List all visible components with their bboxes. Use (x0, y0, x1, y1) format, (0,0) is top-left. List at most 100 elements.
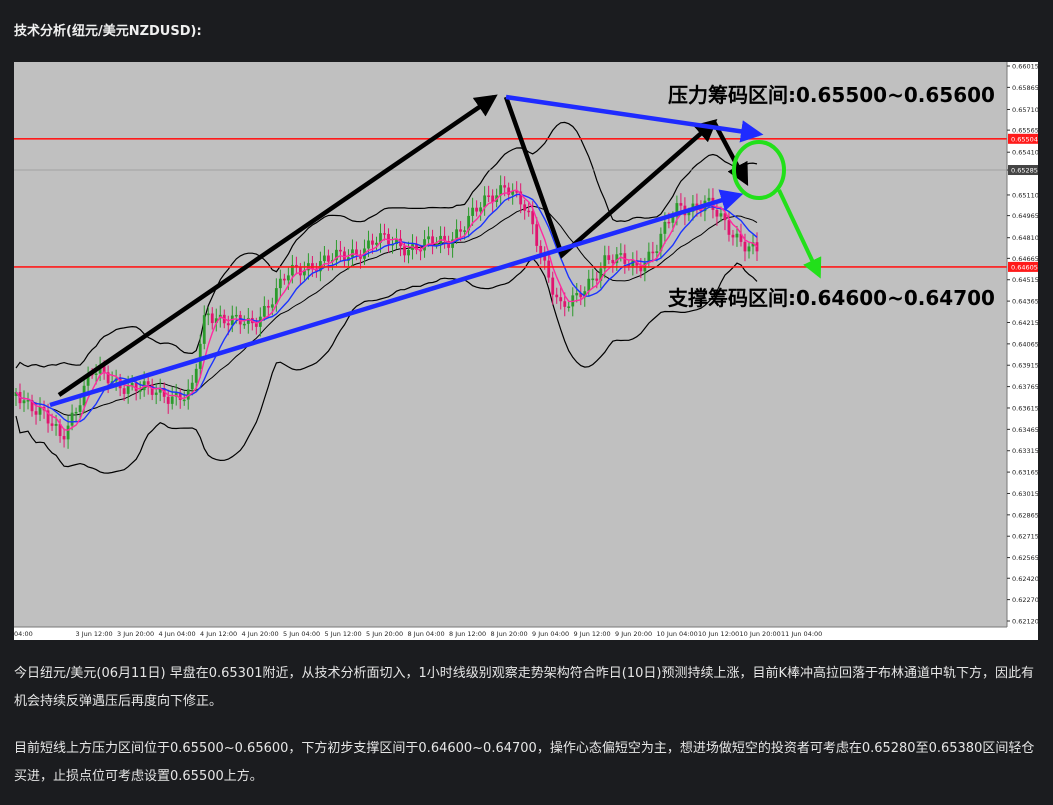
candle-body (310, 263, 314, 269)
candle-body (591, 278, 595, 281)
y-tick-label: 0.65410 (1012, 149, 1038, 157)
candle-body (735, 233, 739, 238)
candle-body (471, 207, 475, 216)
y-tick-label: 0.63315 (1012, 447, 1038, 455)
y-tick-label: 0.62270 (1012, 596, 1038, 604)
y-tick-label: 0.64365 (1012, 298, 1038, 306)
candle-body (286, 275, 290, 281)
candle-body (559, 297, 563, 302)
candle-body (323, 255, 326, 262)
candle-body (166, 396, 170, 404)
candle-body (651, 251, 655, 254)
y-tick-label: 0.63765 (1012, 383, 1038, 391)
candle-body (731, 234, 735, 238)
x-tick-label: 4 Jun 12:00 (200, 630, 237, 638)
x-tick-label: 11 Jun 04:00 (781, 630, 822, 638)
candle-body (190, 382, 194, 390)
price-marker-label: 0.65285 (1011, 167, 1038, 175)
candle-body (575, 293, 579, 296)
y-tick-label: 0.62565 (1012, 554, 1038, 562)
candle-body (138, 390, 142, 392)
candle-body (403, 246, 406, 256)
y-tick-label: 0.64965 (1012, 212, 1038, 220)
candle-body (327, 255, 330, 262)
candle-body (747, 246, 751, 252)
x-tick-label: 3 Jun 20:00 (117, 630, 154, 638)
candle-body (202, 315, 206, 344)
candle-body (487, 195, 491, 197)
y-tick-label: 0.63915 (1012, 362, 1038, 370)
candle-body (407, 249, 410, 256)
y-tick-label: 0.64515 (1012, 276, 1038, 284)
candle-body (611, 259, 615, 264)
candle-body (34, 411, 38, 415)
candle-body (262, 305, 266, 317)
candle-body (459, 229, 463, 232)
x-tick-label: 10 Jun 20:00 (740, 630, 781, 638)
y-tick-label: 0.62420 (1012, 575, 1038, 583)
candle-body (535, 224, 539, 246)
candle-body (607, 255, 611, 260)
candle-body (22, 400, 26, 404)
candle-body (475, 207, 479, 212)
candle-body (587, 278, 591, 292)
candle-body (563, 301, 567, 307)
candle-body (66, 425, 70, 440)
candle-body (503, 185, 507, 188)
candle-body (50, 423, 54, 426)
x-tick-label: 10 Jun 12:00 (698, 630, 739, 638)
x-tick-label: 3 Jun 12:00 (76, 630, 113, 638)
y-tick-label: 0.65865 (1012, 84, 1038, 92)
candle-body (555, 294, 559, 298)
candle-body (154, 392, 158, 395)
x-tick-label: 5 Jun 04:00 (283, 630, 320, 638)
y-tick-label: 0.63615 (1012, 404, 1038, 412)
x-tick-label: 5 Jun 12:00 (325, 630, 362, 638)
candle-body (715, 209, 719, 217)
analysis-paragraph-2: 目前短线上方压力区间位于0.65500~0.65600，下方初步支撑区间于0.6… (14, 741, 1035, 784)
x-tick-label: 4 Jun 20:00 (242, 630, 279, 638)
candle-body (278, 278, 282, 289)
candle-body (266, 305, 270, 308)
candle-body (94, 373, 98, 376)
x-tick-label: 9 Jun 04:00 (532, 630, 569, 638)
candle-body (234, 314, 238, 317)
y-tick-label: 0.64215 (1012, 319, 1038, 327)
candle-body (551, 277, 555, 295)
candle-body (38, 406, 42, 415)
candle-body (479, 207, 483, 212)
y-tick-label: 0.64665 (1012, 255, 1038, 263)
candle-body (427, 236, 430, 240)
analysis-paragraph-1: 今日纽元/美元(06月11日) 早盘在0.65301附近，从技术分析面切入，1小… (14, 666, 1034, 709)
candle-body (527, 210, 531, 213)
x-tick-label: 9 Jun 12:00 (574, 630, 611, 638)
candle-body (122, 388, 126, 394)
y-tick-label: 0.62865 (1012, 511, 1038, 519)
chart-annotation-1: 压力筹码区间:0.65500~0.65600 (668, 83, 995, 107)
y-tick-label: 0.62715 (1012, 533, 1038, 541)
price-marker-label: 0.65504 (1011, 135, 1038, 143)
candle-body (663, 221, 667, 234)
x-tick-label: 8 Jun 04:00 (408, 630, 445, 638)
candle-body (719, 213, 723, 217)
candle-body (375, 242, 378, 245)
chart-annotation-2: 支撑筹码区间:0.64600~0.64700 (668, 286, 995, 310)
y-tick-label: 0.64810 (1012, 234, 1038, 242)
candle-body (619, 253, 623, 255)
candle-body (339, 249, 342, 252)
candle-body (194, 368, 198, 383)
candle-body (126, 385, 130, 394)
x-tick-label: 9 Jun 20:00 (615, 630, 652, 638)
candle-body (655, 251, 659, 253)
candle-body (74, 411, 78, 414)
y-tick-label: 0.63465 (1012, 426, 1038, 434)
x-tick-label: 8 Jun 12:00 (449, 630, 486, 638)
price-marker-label: 0.64605 (1011, 263, 1038, 271)
y-tick-label: 0.65565 (1012, 127, 1038, 135)
candle-body (667, 221, 671, 224)
y-tick-label: 0.63165 (1012, 469, 1038, 477)
candle-body (54, 423, 58, 426)
y-tick-label: 0.66015 (1012, 63, 1038, 71)
candle-body (755, 242, 759, 252)
candle-body (146, 381, 150, 385)
